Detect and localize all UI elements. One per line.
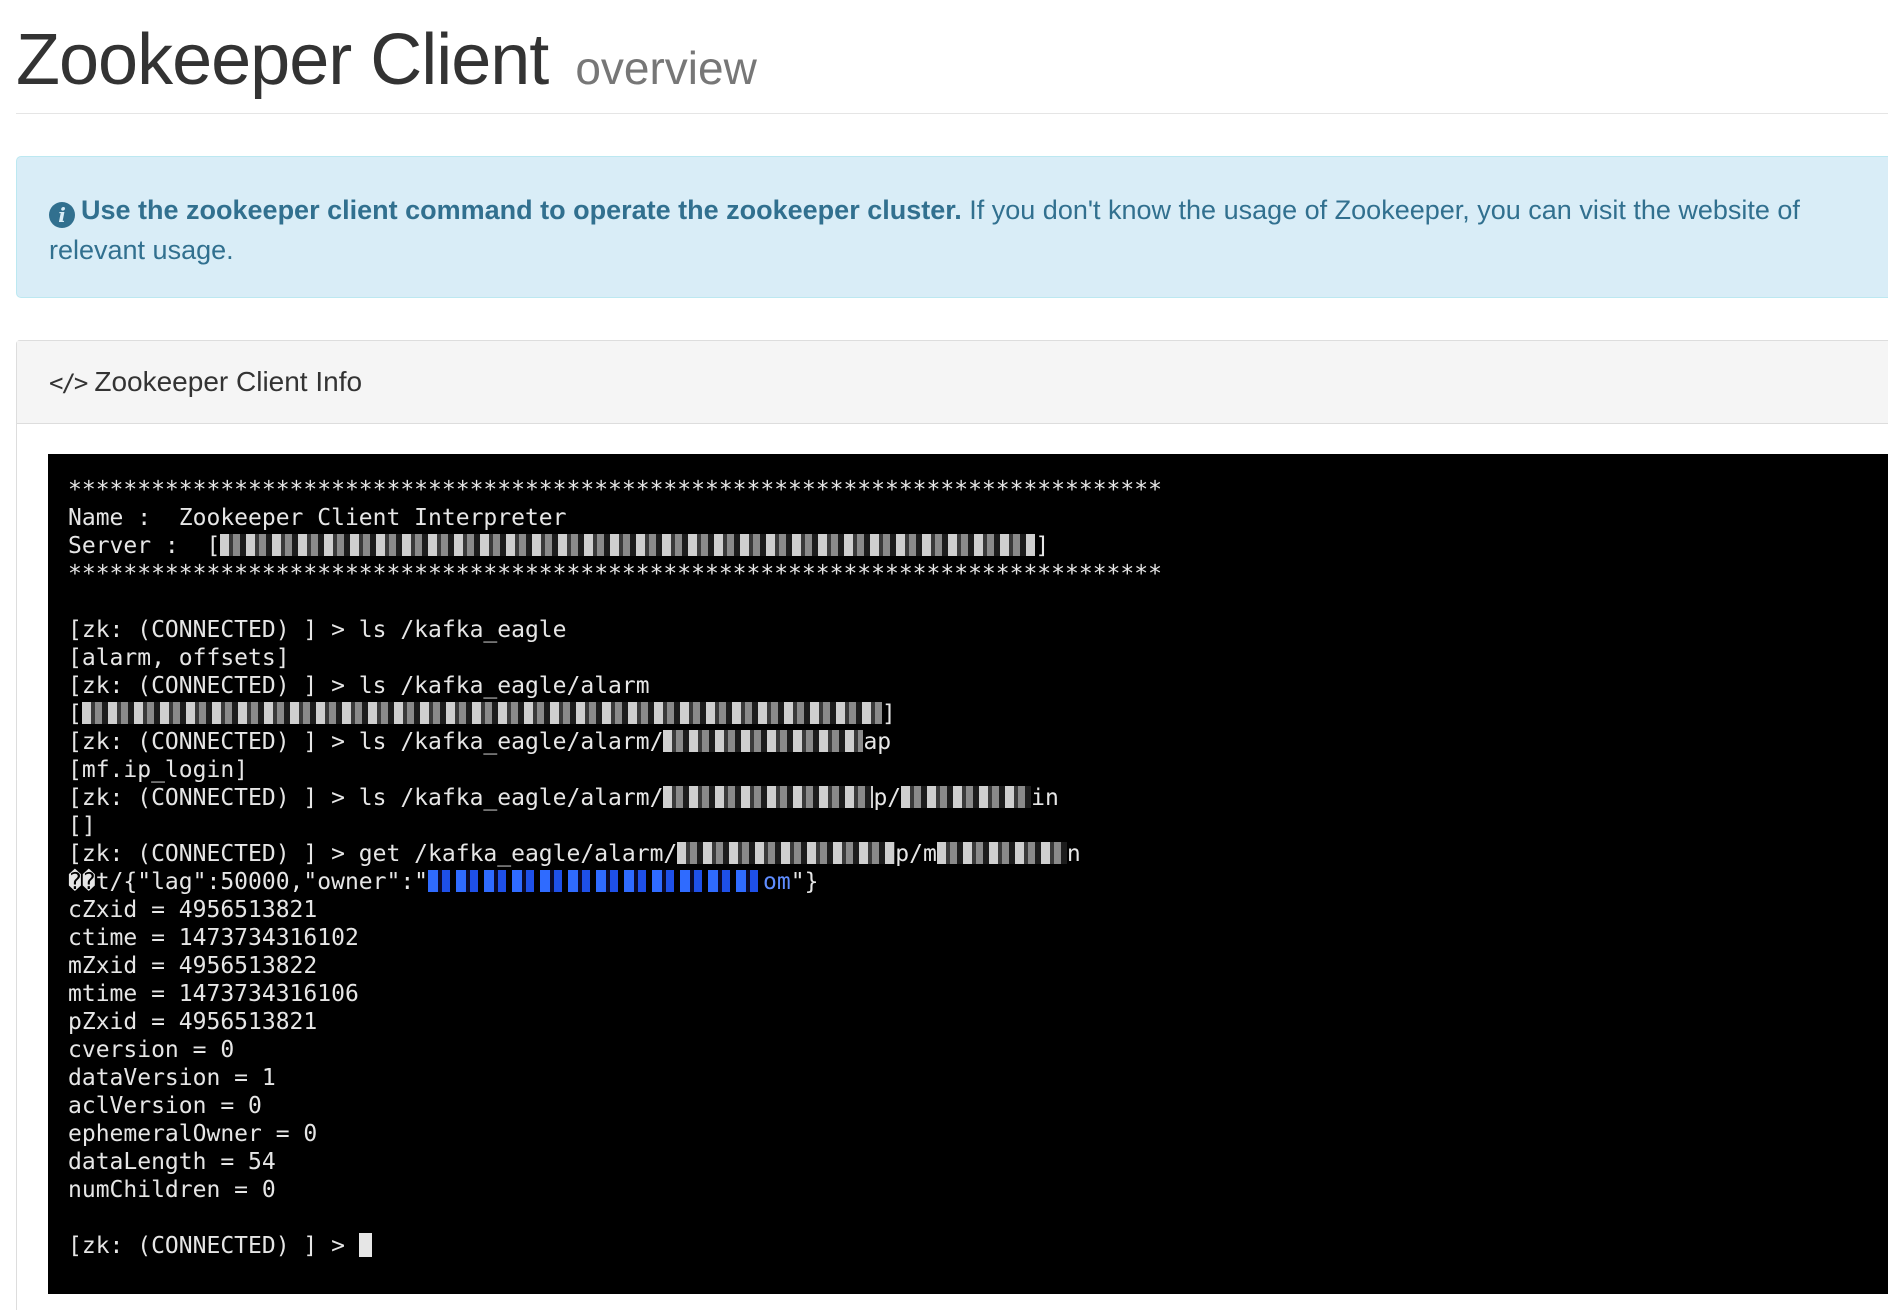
terminal-stat-line: ephemeralOwner = 0 bbox=[68, 1121, 318, 1147]
terminal-stat-line: dataLength = 54 bbox=[68, 1149, 276, 1175]
page-title-text: Zookeeper Client bbox=[16, 20, 549, 100]
terminal-stat-line: dataVersion = 1 bbox=[68, 1065, 276, 1091]
redacted-list-prefix: [ bbox=[68, 701, 82, 727]
ls-deep-prefix: [zk: (CONNECTED) ] > ls /kafka_eagle/ala… bbox=[68, 785, 664, 811]
terminal-line: [mf.ip_login] bbox=[68, 757, 249, 783]
page-header: Zookeeper Client overview bbox=[16, 0, 1888, 114]
get-mid: p/m bbox=[895, 841, 937, 867]
data-suffix: "} bbox=[790, 869, 819, 895]
terminal-line: [zk: (CONNECTED) ] > ls /kafka_eagle/ala… bbox=[68, 673, 650, 699]
terminal-line: [] bbox=[68, 813, 96, 839]
code-icon: </> bbox=[49, 369, 88, 397]
terminal-stat-line: mZxid = 4956513822 bbox=[68, 953, 318, 979]
redacted-deep-name bbox=[663, 786, 874, 808]
terminal-redacted-list-line: [] bbox=[68, 700, 1888, 728]
terminal-stat-line: mtime = 1473734316106 bbox=[68, 981, 359, 1007]
page-title: Zookeeper Client overview bbox=[16, 20, 757, 108]
panel-title: Zookeeper Client Info bbox=[94, 366, 363, 397]
ls-deep-mid: p/ bbox=[873, 785, 902, 811]
terminal-stars-top: ****************************************… bbox=[68, 477, 1162, 503]
terminal-ls-deep-line: [zk: (CONNECTED) ] > ls /kafka_eagle/ala… bbox=[68, 784, 1888, 812]
owner-email-suffix: om bbox=[763, 869, 791, 895]
terminal-line: [alarm, offsets] bbox=[68, 645, 290, 671]
redacted-alarm-list bbox=[81, 702, 882, 724]
data-prefix: ��t/{"lag":50000,"owner":" bbox=[68, 869, 429, 895]
terminal-stat-line: aclVersion = 0 bbox=[68, 1093, 262, 1119]
terminal-stat-line: cversion = 0 bbox=[68, 1037, 235, 1063]
terminal-cursor[interactable] bbox=[358, 1233, 372, 1257]
zookeeper-client-panel: </> Zookeeper Client Info ***************… bbox=[16, 340, 1888, 1310]
redacted-list-suffix: ] bbox=[881, 701, 896, 727]
ls-child-prefix: [zk: (CONNECTED) ] > ls /kafka_eagle/ala… bbox=[68, 729, 664, 755]
terminal-prompt-line[interactable]: [zk: (CONNECTED) ] > bbox=[68, 1232, 1888, 1260]
get-prefix: [zk: (CONNECTED) ] > get /kafka_eagle/al… bbox=[68, 841, 678, 867]
redacted-owner-email bbox=[428, 870, 764, 892]
terminal-line: [zk: (CONNECTED) ] > ls /kafka_eagle bbox=[68, 617, 567, 643]
page-subtitle: overview bbox=[575, 42, 757, 94]
zookeeper-terminal[interactable]: ****************************************… bbox=[48, 454, 1888, 1294]
get-suffix: n bbox=[1066, 841, 1081, 867]
redacted-get-name bbox=[677, 842, 896, 864]
server-prefix: Server : [ bbox=[68, 533, 221, 559]
alert-bold-text: Use the zookeeper client command to oper… bbox=[81, 195, 962, 225]
terminal-prompt: [zk: (CONNECTED) ] > bbox=[68, 1233, 359, 1259]
info-alert: i Use the zookeeper client command to ope… bbox=[16, 156, 1888, 298]
terminal-stat-line: numChildren = 0 bbox=[68, 1177, 276, 1203]
terminal-ls-child-line: [zk: (CONNECTED) ] > ls /kafka_eagle/ala… bbox=[68, 728, 1888, 756]
redacted-server-list bbox=[220, 534, 1036, 556]
redacted-child-name bbox=[663, 730, 864, 752]
redacted-get-name-2 bbox=[936, 842, 1067, 864]
terminal-get-line: [zk: (CONNECTED) ] > get /kafka_eagle/al… bbox=[68, 840, 1888, 868]
panel-heading: </> Zookeeper Client Info bbox=[17, 341, 1888, 424]
ls-deep-suffix: in bbox=[1031, 785, 1059, 811]
alert-text-line1: If you don't know the usage of Zookeeper… bbox=[961, 195, 1800, 225]
terminal-stat-line: ctime = 1473734316102 bbox=[68, 925, 359, 951]
terminal-name-line: Name : Zookeeper Client Interpreter bbox=[68, 505, 567, 531]
terminal-stars-bottom: ****************************************… bbox=[68, 561, 1162, 587]
alert-text-line2: relevant usage. bbox=[49, 235, 234, 265]
redacted-deep-name-2 bbox=[901, 786, 1032, 808]
terminal-server-line: Server : [] bbox=[68, 532, 1888, 560]
terminal-data-line: ��t/{"lag":50000,"owner":" om"} bbox=[68, 868, 1888, 896]
terminal-stat-line: pZxid = 4956513821 bbox=[68, 1009, 318, 1035]
info-circle-icon: i bbox=[49, 202, 75, 228]
page: Zookeeper Client overview i Use the zooke… bbox=[0, 0, 1888, 1310]
terminal-stat-line: cZxid = 4956513821 bbox=[68, 897, 318, 923]
ls-child-suffix: ap bbox=[863, 729, 892, 755]
server-suffix: ] bbox=[1035, 533, 1050, 559]
